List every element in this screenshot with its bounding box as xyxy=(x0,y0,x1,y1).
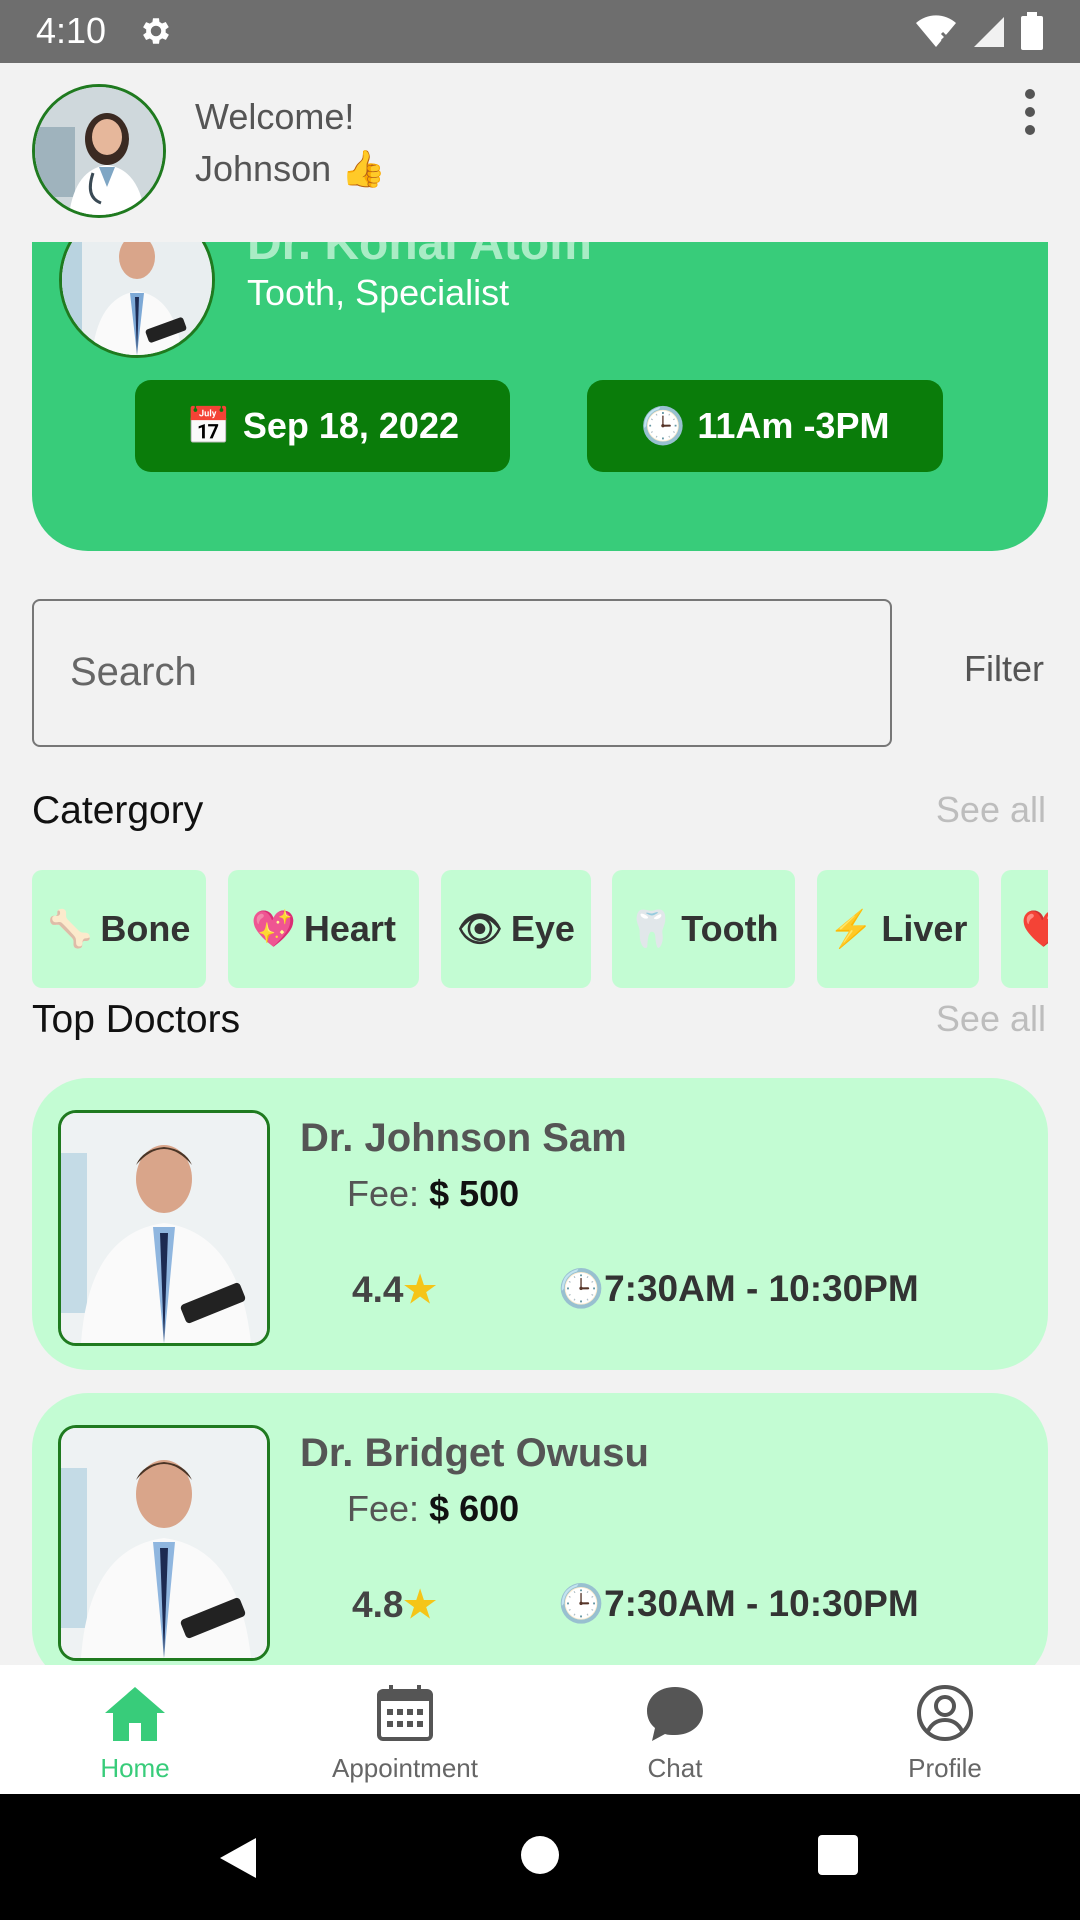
doctor-photo xyxy=(58,1425,270,1661)
nav-label: Appointment xyxy=(332,1753,478,1783)
lightning-icon: ⚡ xyxy=(828,908,874,949)
welcome-text: Welcome! Johnson 👍 xyxy=(195,91,386,195)
app-header: Welcome! Johnson 👍 xyxy=(0,63,1080,243)
female-doctor-avatar-icon xyxy=(35,87,163,215)
rating-value: 4.4 xyxy=(352,1269,404,1310)
category-tooth[interactable]: 🦷 Tooth xyxy=(612,870,795,988)
category-bone[interactable]: 🦴 Bone xyxy=(32,870,206,988)
nav-label: Chat xyxy=(647,1753,703,1783)
status-time: 4:10 xyxy=(36,10,107,51)
fee-label: Fee: xyxy=(347,1488,420,1529)
upcoming-appointment-card[interactable]: Dr. Kohal Atom Tooth, Specialist 📅 Sep 1… xyxy=(32,242,1048,551)
category-section-title: Catergory xyxy=(32,789,204,832)
top-doctors-title: Top Doctors xyxy=(32,998,241,1041)
doctor-rating: 4.8★ xyxy=(352,1583,437,1626)
category-eye[interactable]: 👁 Eye xyxy=(441,870,591,988)
category-partial[interactable]: ❤️ xyxy=(1001,870,1048,988)
category-heart[interactable]: 💖 Heart xyxy=(228,870,419,988)
nav-profile[interactable]: Profile xyxy=(810,1665,1080,1794)
signal-icon xyxy=(974,17,1004,47)
hours-value: 7:30AM - 10:30PM xyxy=(604,1583,919,1624)
tooth-icon: 🦷 xyxy=(628,908,674,949)
fee-label: Fee: xyxy=(347,1173,420,1214)
nav-appointment[interactable]: Appointment xyxy=(270,1665,540,1794)
status-bar: 4:10 xyxy=(0,0,1080,63)
male-doctor-photo-icon xyxy=(61,1113,267,1343)
appointment-specialty: Tooth, Specialist xyxy=(247,272,510,313)
doctor-card[interactable]: Dr. Bridget Owusu Fee: $ 600 4.8★ 🕒7:30A… xyxy=(32,1393,1048,1685)
more-vert-icon[interactable] xyxy=(1020,87,1040,137)
category-see-all-link[interactable]: See all xyxy=(936,789,1046,831)
nav-label: Profile xyxy=(908,1753,982,1783)
hours-value: 7:30AM - 10:30PM xyxy=(604,1268,919,1309)
doctor-rating: 4.4★ xyxy=(352,1268,437,1311)
doctor-fee: Fee: $ 600 xyxy=(347,1488,519,1530)
heart-icon: ❤️ xyxy=(1021,908,1048,949)
bone-icon: 🦴 xyxy=(47,908,93,949)
doctor-hours: 🕒7:30AM - 10:30PM xyxy=(558,1268,919,1311)
chat-icon xyxy=(647,1687,703,1741)
doctor-photo xyxy=(58,1110,270,1346)
nav-chat[interactable]: Chat xyxy=(540,1665,810,1794)
wifi-icon xyxy=(916,15,956,47)
welcome-username: Johnson 👍 xyxy=(195,148,386,189)
search-input[interactable] xyxy=(68,641,852,703)
appointment-doctor-name: Dr. Kohal Atom xyxy=(247,242,592,270)
recents-icon[interactable] xyxy=(817,1834,859,1876)
appointment-doctor-photo xyxy=(59,242,215,358)
heart-icon: 💖 xyxy=(251,908,296,949)
male-doctor-photo-icon xyxy=(62,242,212,355)
appointment-time: 11Am -3PM xyxy=(697,405,890,446)
doctor-hours: 🕒7:30AM - 10:30PM xyxy=(558,1583,919,1626)
doctor-card[interactable]: Dr. Johnson Sam Fee: $ 500 4.4★ 🕒7:30AM … xyxy=(32,1078,1048,1370)
category-label: Tooth xyxy=(681,908,779,949)
doctor-name: Dr. Bridget Owusu xyxy=(300,1431,649,1475)
fee-value: $ 600 xyxy=(429,1488,520,1529)
doctor-fee: Fee: $ 500 xyxy=(347,1173,519,1215)
nav-home[interactable]: Home xyxy=(0,1665,270,1794)
filter-button[interactable]: Filter xyxy=(964,648,1044,690)
appointment-time-chip[interactable]: 🕒 11Am -3PM xyxy=(587,380,943,472)
profile-icon xyxy=(917,1685,973,1741)
back-icon[interactable] xyxy=(216,1834,260,1882)
category-label: Bone xyxy=(100,908,191,949)
settings-gear-icon xyxy=(143,18,169,44)
battery-icon xyxy=(1021,12,1043,50)
category-label: Heart xyxy=(303,908,396,949)
home-icon xyxy=(105,1687,165,1741)
clock-icon: 🕒 xyxy=(640,405,686,446)
star-icon: ★ xyxy=(403,1584,437,1625)
appointment-date-chip[interactable]: 📅 Sep 18, 2022 xyxy=(135,380,510,472)
system-indicators xyxy=(914,12,1044,50)
fee-value: $ 500 xyxy=(429,1173,520,1214)
clock-icon: 🕒 xyxy=(558,1268,605,1309)
clock-icon: 🕒 xyxy=(558,1583,605,1624)
doctor-name: Dr. Johnson Sam xyxy=(300,1116,627,1160)
category-list[interactable]: 🦴 Bone 💖 Heart 👁 Eye 🦷 Tooth ⚡ Liver ❤️ xyxy=(32,870,1048,988)
doctors-see-all-link[interactable]: See all xyxy=(936,998,1046,1040)
category-label: Eye xyxy=(510,908,575,949)
eye-icon: 👁 xyxy=(457,908,503,949)
home-circle-icon[interactable] xyxy=(519,1834,561,1876)
bottom-navigation: Home Appointment Chat Profile xyxy=(0,1665,1080,1794)
search-box[interactable] xyxy=(32,599,892,747)
user-avatar[interactable] xyxy=(32,84,166,218)
appointment-date: Sep 18, 2022 xyxy=(242,405,459,446)
calendar-icon xyxy=(377,1685,433,1741)
welcome-greeting: Welcome! xyxy=(195,96,355,137)
category-label: Liver xyxy=(881,908,968,949)
category-liver[interactable]: ⚡ Liver xyxy=(817,870,979,988)
nav-label: Home xyxy=(100,1753,170,1783)
star-icon: ★ xyxy=(403,1269,437,1310)
calendar-icon: 📅 xyxy=(186,405,231,446)
system-navigation-bar xyxy=(0,1794,1080,1920)
rating-value: 4.8 xyxy=(352,1584,404,1625)
male-doctor-photo-icon xyxy=(61,1428,267,1658)
